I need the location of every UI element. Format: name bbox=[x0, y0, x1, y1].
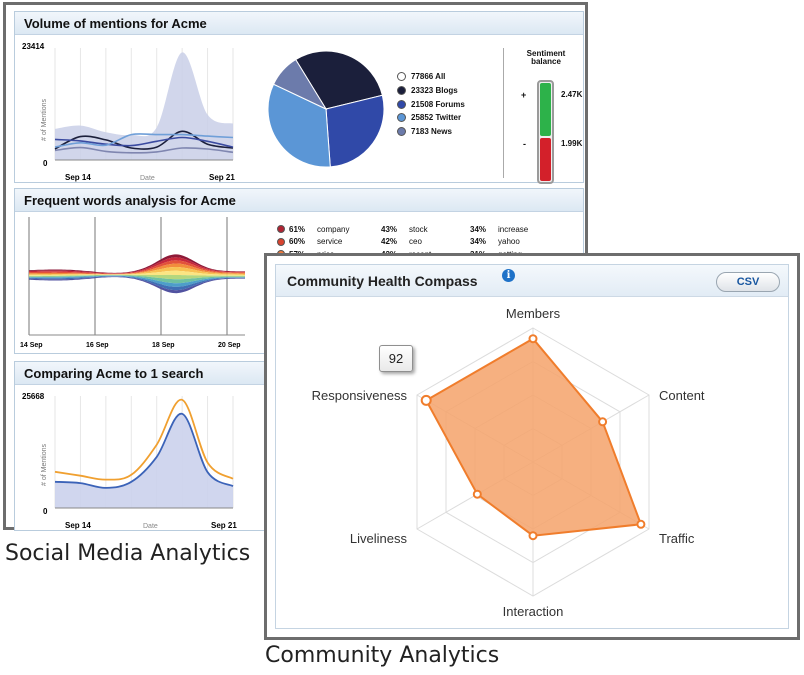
sentiment-negative-value: 1.99K bbox=[561, 139, 583, 148]
word-label: service bbox=[317, 237, 343, 247]
compass-header: Community Health Compass i CSV bbox=[276, 265, 788, 297]
radar-point-traffic bbox=[636, 519, 646, 529]
volume-panel-title: Volume of mentions for Acme bbox=[15, 12, 583, 35]
word-row[interactable]: 61% company bbox=[277, 223, 349, 236]
mentions-pie-chart bbox=[267, 50, 385, 168]
stream-x-tick-label: 16 Sep bbox=[86, 342, 109, 349]
word-row[interactable]: 42% ceo bbox=[381, 236, 431, 249]
word-label: yahoo bbox=[498, 237, 520, 247]
word-label: stock bbox=[409, 224, 428, 234]
legend-label: 25852 Twitter bbox=[411, 113, 462, 123]
legend-swatch bbox=[397, 127, 406, 137]
word-percent: 42% bbox=[381, 237, 398, 247]
sentiment-positive-value: 2.47K bbox=[561, 90, 583, 99]
radar-point-content bbox=[598, 417, 608, 427]
legend-swatch bbox=[397, 99, 406, 109]
words-panel-title: Frequent words analysis for Acme bbox=[15, 189, 583, 212]
community-health-compass-card: Community Health Compass i CSV Members Co… bbox=[275, 264, 789, 629]
radar-axis-label-liveliness: Liveliness bbox=[350, 531, 408, 546]
community-analytics-frame: Community Health Compass i CSV Members Co… bbox=[264, 253, 800, 640]
community-analytics-caption: Community Analytics bbox=[265, 643, 500, 668]
word-percent: 60% bbox=[289, 237, 306, 247]
radar-point-responsiveness bbox=[420, 394, 432, 406]
stream-x-tick-label: 18 Sep bbox=[152, 342, 175, 349]
radar-point-interaction bbox=[528, 531, 538, 541]
volume-y-min-label: 0 bbox=[43, 159, 48, 168]
compare-x-end-label: Sep 21 bbox=[211, 521, 237, 530]
word-label: ceo bbox=[409, 237, 422, 247]
legend-swatch bbox=[397, 86, 406, 96]
radar-point-members bbox=[528, 334, 538, 344]
pie-legend-item: 23323 Blogs bbox=[397, 84, 465, 98]
pie-legend-item: 77866 All bbox=[397, 70, 465, 84]
radar-axis-label-interaction: Interaction bbox=[503, 604, 564, 619]
word-label: company bbox=[317, 224, 350, 234]
volume-y-max-label: 23414 bbox=[22, 42, 45, 51]
word-row[interactable]: 60% service bbox=[277, 236, 349, 249]
radar-point-liveliness bbox=[472, 489, 482, 499]
compare-x-mid-label: Date bbox=[143, 523, 158, 530]
compare-y-axis-label: # of Mentions bbox=[41, 443, 48, 486]
legend-label: 77866 All bbox=[411, 72, 446, 82]
sentiment-title: Sentiment balance bbox=[526, 49, 566, 66]
radar-axis-label-traffic: Traffic bbox=[659, 531, 695, 546]
word-percent: 43% bbox=[381, 224, 398, 234]
legend-swatch bbox=[397, 113, 406, 123]
words-streamgraph: 14 Sep 16 Sep 18 Sep 20 Sep bbox=[20, 217, 245, 349]
volume-x-start-label: Sep 14 bbox=[65, 173, 91, 182]
volume-panel: Volume of mentions for Acme 23414 0 # of… bbox=[14, 11, 584, 184]
compass-radar-chart: Members Content Traffic Interaction Liveline… bbox=[312, 306, 705, 619]
radar-axis-label-content: Content bbox=[659, 388, 705, 403]
radar-axis-label-responsiveness: Responsiveness bbox=[312, 388, 408, 403]
compare-line-chart: 25668 0 # of Mentions Sep 14 Date Sep 21 bbox=[22, 392, 237, 530]
sentiment-balance: Sentiment balance + - 2.47K 1.99K bbox=[511, 49, 583, 190]
word-percent: 61% bbox=[289, 224, 306, 234]
panel-divider bbox=[503, 48, 504, 178]
social-media-analytics-caption: Social Media Analytics bbox=[5, 541, 251, 566]
value-tooltip: 92 bbox=[379, 345, 413, 372]
info-icon[interactable]: i bbox=[502, 269, 515, 282]
radar-axis-label-members: Members bbox=[506, 306, 561, 321]
pie-legend-item: 21508 Forums bbox=[397, 97, 465, 111]
legend-label: 23323 Blogs bbox=[411, 86, 458, 96]
radar-value-area bbox=[424, 337, 643, 537]
compare-y-min-label: 0 bbox=[43, 507, 48, 516]
compare-search-line bbox=[54, 398, 234, 481]
legend-label: 21508 Forums bbox=[411, 99, 465, 109]
word-color-swatch bbox=[277, 237, 285, 246]
stream-x-tick-label: 14 Sep bbox=[20, 342, 43, 349]
pie-legend-item: 7183 News bbox=[397, 125, 465, 139]
sentiment-negative-fill bbox=[540, 138, 551, 181]
legend-label: 7183 News bbox=[411, 127, 452, 137]
compare-y-max-label: 25668 bbox=[22, 392, 45, 401]
sentiment-positive-sign: + bbox=[521, 90, 527, 100]
volume-y-axis-label: # of Mentions bbox=[41, 98, 48, 141]
word-color-swatch bbox=[277, 225, 285, 234]
pie-legend: 77866 All 23323 Blogs 21508 Forums 25852 Tw… bbox=[397, 70, 465, 138]
compass-title: Community Health Compass bbox=[287, 273, 478, 289]
pie-legend-item: 25852 Twitter bbox=[397, 111, 465, 125]
sentiment-negative-sign: - bbox=[523, 139, 526, 149]
word-row[interactable]: 34% increase bbox=[470, 223, 528, 236]
volume-x-mid-label: Date bbox=[140, 175, 155, 182]
stream-x-tick-label: 20 Sep bbox=[218, 342, 241, 349]
sentiment-positive-fill bbox=[540, 83, 551, 137]
word-row[interactable]: 43% stock bbox=[381, 223, 431, 236]
csv-export-button[interactable]: CSV bbox=[716, 272, 780, 292]
compare-x-start-label: Sep 14 bbox=[65, 521, 91, 530]
word-row[interactable]: 34% yahoo bbox=[470, 236, 528, 249]
word-percent: 34% bbox=[470, 224, 487, 234]
word-percent: 34% bbox=[470, 237, 487, 247]
legend-swatch bbox=[397, 72, 406, 82]
volume-line-chart: 23414 0 # of Mentions Sep 14 Date Sep 21 bbox=[22, 42, 235, 182]
volume-x-end-label: Sep 21 bbox=[209, 173, 235, 182]
word-label: increase bbox=[498, 224, 529, 234]
sentiment-bar bbox=[537, 80, 554, 184]
